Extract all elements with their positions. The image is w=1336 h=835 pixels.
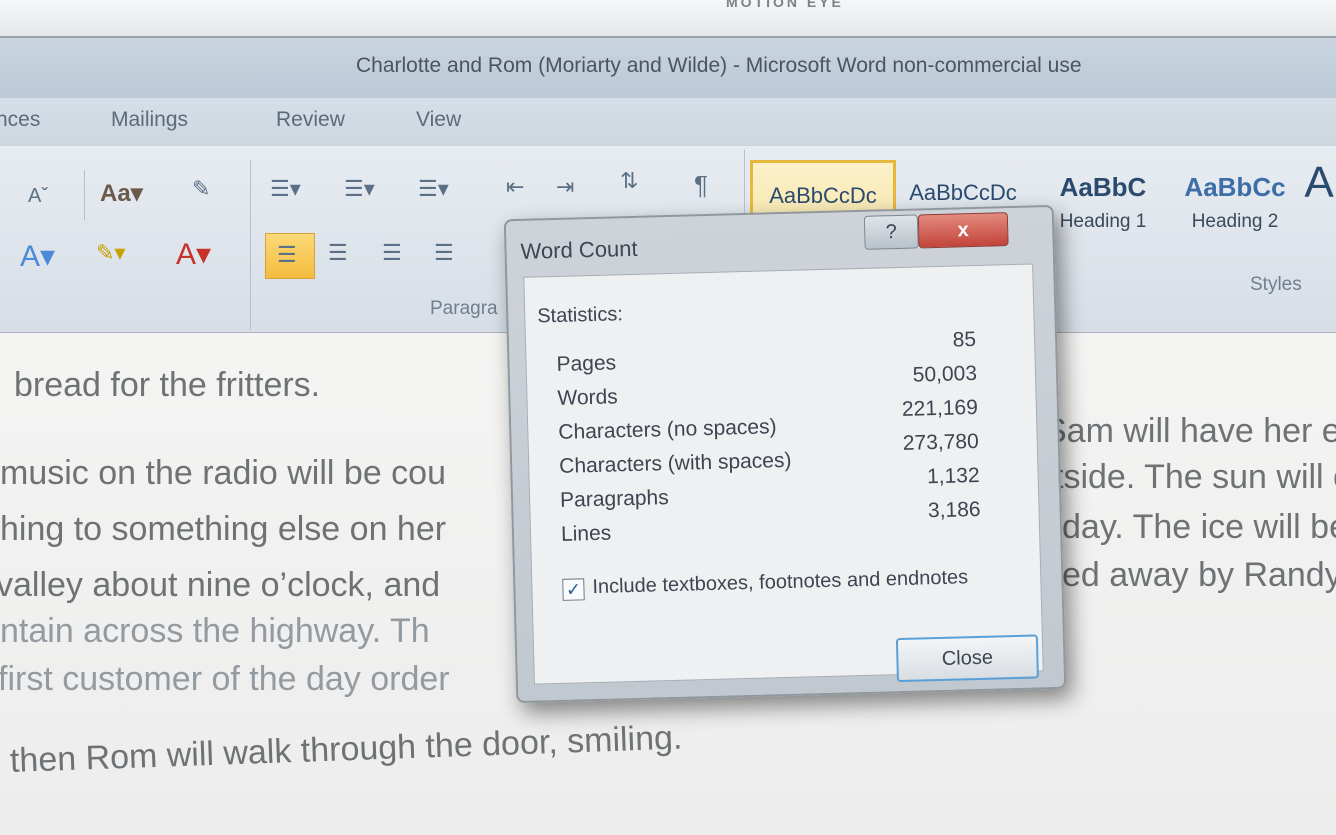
- stat-name: Words: [557, 385, 619, 410]
- bullets-icon[interactable]: ☰▾: [270, 178, 301, 200]
- align-left-icon: ☰: [277, 242, 297, 267]
- group-label-paragraph: Paragra: [430, 298, 498, 319]
- doc-line-right: day. The ice will be: [1062, 508, 1336, 546]
- style-sample: A: [1304, 158, 1334, 207]
- tab-mailings[interactable]: Mailings: [111, 108, 188, 132]
- include-textboxes-label[interactable]: Include textboxes, footnotes and endnote…: [592, 566, 968, 599]
- style-heading-1[interactable]: AaBbC Heading 1: [1040, 156, 1166, 250]
- stat-value: 1,132: [926, 463, 980, 489]
- stat-name: Lines: [560, 521, 612, 546]
- doc-line-right: tside. The sun will c: [1054, 458, 1336, 496]
- statistics-label: Statistics:: [537, 303, 624, 328]
- style-name: Heading 2: [1191, 211, 1279, 232]
- window-title: Charlotte and Rom (Moriarty and Wilde) -…: [356, 54, 1082, 77]
- clear-formatting-icon[interactable]: ✎: [192, 178, 210, 200]
- style-sample: AaBbCcDc: [909, 180, 1017, 205]
- laptop-bezel: MOTION EYE: [0, 0, 1336, 38]
- style-name: Heading 1: [1059, 211, 1147, 232]
- style-heading-2[interactable]: AaBbCc Heading 2: [1172, 156, 1298, 250]
- show-formatting-icon[interactable]: ¶: [694, 172, 708, 198]
- stat-row-lines: Lines 3,186: [560, 498, 1022, 553]
- doc-line: first customer of the day order: [0, 660, 450, 698]
- style-sample: AaBbCc: [1184, 172, 1286, 202]
- ribbon-separator: [250, 160, 251, 330]
- dialog-title: Word Count: [520, 235, 638, 264]
- decrease-indent-icon[interactable]: ⇤: [506, 176, 524, 198]
- include-textboxes-option[interactable]: ✓ Include textboxes, footnotes and endno…: [562, 565, 1033, 607]
- align-center-icon[interactable]: ☰: [328, 242, 348, 264]
- close-icon[interactable]: x: [917, 212, 1009, 249]
- doc-line: ntain across the highway. Th: [0, 612, 430, 650]
- doc-line: hing to something else on her: [0, 510, 447, 548]
- style-sample: AaBbCcDc: [769, 183, 877, 208]
- doc-line-right: Sam will have her ear: [1044, 412, 1336, 450]
- doc-line: bread for the fritters.: [14, 366, 321, 404]
- bezel-brand: MOTION EYE: [726, 0, 844, 10]
- stat-value: 273,780: [902, 429, 980, 455]
- multilevel-list-icon[interactable]: ☰▾: [418, 178, 449, 200]
- change-case-button[interactable]: Aa▾: [100, 182, 143, 206]
- dialog-body: Statistics: Pages 85 Words 50,003 Charac…: [523, 263, 1044, 685]
- shrink-font-icon[interactable]: Aˇ: [28, 186, 48, 206]
- word-count-dialog: Word Count ? x Statistics: Pages 85 Word…: [503, 204, 1067, 704]
- font-color-icon[interactable]: A▾: [176, 240, 211, 270]
- close-button[interactable]: Close: [895, 634, 1039, 683]
- ribbon-separator: [84, 170, 85, 220]
- doc-line: valley about nine o’clock, and: [0, 566, 441, 604]
- style-title[interactable]: A: [1302, 150, 1336, 244]
- increase-indent-icon[interactable]: ⇥: [556, 176, 574, 198]
- stat-name: Pages: [556, 351, 617, 376]
- include-textboxes-checkbox[interactable]: ✓: [562, 578, 585, 601]
- sort-icon[interactable]: ⇅: [620, 170, 638, 192]
- justify-icon[interactable]: ☰: [434, 242, 454, 264]
- doc-line-right: ed away by Randy’s: [1062, 556, 1336, 594]
- style-sample: AaBbC: [1059, 172, 1147, 202]
- change-case-label: Aa: [100, 180, 131, 207]
- group-label-styles: Styles: [1250, 274, 1302, 295]
- align-left-button[interactable]: ☰: [265, 233, 315, 279]
- ribbon-tabs: [0, 98, 1336, 146]
- text-effects-icon[interactable]: A▾: [20, 242, 55, 272]
- stat-value: 50,003: [912, 361, 978, 387]
- stat-name: Characters (with spaces): [558, 448, 792, 478]
- stat-name: Paragraphs: [559, 486, 669, 512]
- numbering-icon[interactable]: ☰▾: [344, 178, 375, 200]
- doc-line: music on the radio will be cou: [0, 454, 447, 492]
- align-right-icon[interactable]: ☰: [382, 242, 402, 264]
- tab-review[interactable]: Review: [276, 108, 345, 132]
- tab-references[interactable]: nces: [0, 108, 40, 132]
- stat-value: 3,186: [927, 497, 981, 523]
- stat-value: 85: [952, 327, 977, 352]
- stat-value: 221,169: [901, 395, 979, 421]
- tab-view[interactable]: View: [416, 108, 461, 132]
- help-button[interactable]: ?: [863, 214, 919, 250]
- stat-name: Characters (no spaces): [558, 415, 777, 444]
- highlight-icon[interactable]: ✎▾: [96, 242, 125, 264]
